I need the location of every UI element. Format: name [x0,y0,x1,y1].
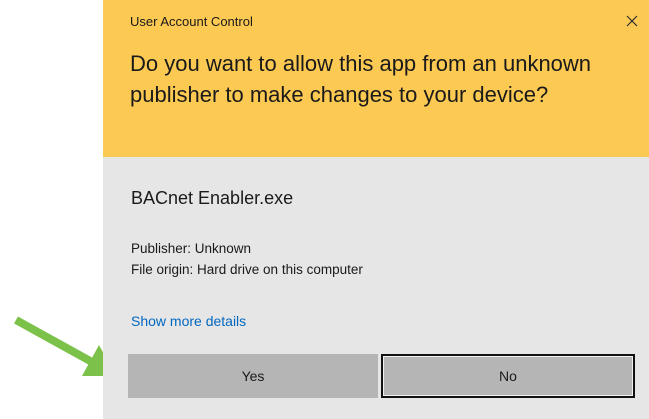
show-more-details-link[interactable]: Show more details [131,313,246,329]
window-title: User Account Control [130,14,253,29]
publisher-text: Publisher: Unknown [131,241,252,256]
yes-button-label: Yes [241,368,265,384]
app-name: BACnet Enabler.exe [131,188,294,208]
app-details: Publisher: Unknown File origin: Hard dri… [131,238,363,280]
uac-dialog: User Account Control Do you want to allo… [103,0,649,419]
no-button-label: No [499,368,517,384]
prompt-question: Do you want to allow this app from an un… [130,51,592,107]
dialog-header: User Account Control Do you want to allo… [103,0,649,157]
no-button[interactable]: No [381,354,635,398]
screen: User Account Control Do you want to allo… [0,0,649,419]
close-button[interactable] [619,8,645,34]
close-icon [626,15,638,27]
file-origin-text: File origin: Hard drive on this computer [131,262,363,277]
yes-button[interactable]: Yes [128,354,378,398]
